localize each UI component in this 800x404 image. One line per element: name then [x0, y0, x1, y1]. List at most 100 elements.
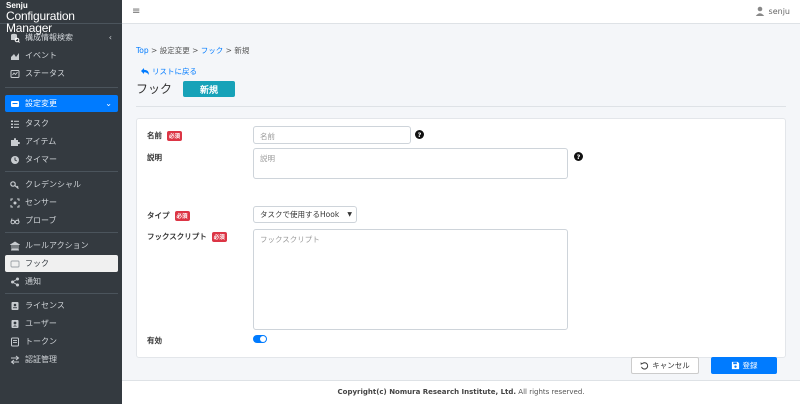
sidebar-item-label: プローブ [25, 216, 57, 225]
chevron-down-icon: ⌄ [105, 99, 112, 108]
new-badge: 新規 [183, 81, 235, 97]
key-icon [10, 180, 20, 190]
brand-logo[interactable]: Senju Configuration Manager [0, 0, 122, 34]
sidebar-item-label: アイテム [25, 137, 57, 146]
breadcrumb-separator: > [223, 46, 235, 55]
user-icon [755, 6, 764, 16]
sidebar-item-hook[interactable]: フック [5, 255, 118, 272]
breadcrumb-separator: > [189, 46, 201, 55]
sidebar: Senju Configuration Manager 構成情報検索 ‹ イベン… [0, 0, 122, 404]
register-button-label: 登録 [742, 361, 758, 370]
sidebar-item-license[interactable]: ライセンス [5, 297, 118, 314]
type-label: タイプ 必須 [147, 210, 190, 221]
hamburger-menu-icon[interactable]: ≡ [132, 6, 140, 17]
required-badge: 必須 [211, 231, 227, 242]
license-icon [10, 301, 20, 311]
clock-icon [10, 155, 20, 165]
description-help-icon[interactable]: ? [574, 152, 583, 161]
undo-icon [640, 362, 649, 370]
hook-script-label: フックスクリプト 必須 [147, 231, 227, 242]
register-button[interactable]: 登録 [711, 357, 777, 374]
type-select-value: タスクで使用するHook [260, 210, 340, 219]
hook-icon [10, 259, 20, 269]
sidebar-item-notification[interactable]: 通知 [5, 273, 118, 290]
status-icon [10, 69, 20, 79]
sidebar-item-rule-action[interactable]: ルールアクション [5, 237, 118, 254]
sidebar-item-label: タイマー [25, 155, 57, 164]
sidebar-divider [5, 232, 118, 233]
sensor-icon [10, 198, 20, 208]
save-icon [731, 361, 739, 370]
hook-script-textarea[interactable]: フックスクリプト [253, 229, 568, 330]
sidebar-item-auth-management[interactable]: 認証管理 [5, 351, 118, 368]
name-input[interactable]: 名前 [253, 126, 411, 144]
cancel-button[interactable]: キャンセル [631, 357, 699, 374]
sidebar-item-label: イベント [25, 51, 57, 60]
undo-arrow-icon [141, 68, 149, 75]
settings-change-icon [10, 99, 20, 109]
description-textarea[interactable]: 説明 [253, 148, 568, 179]
footer: Copyright(c) Nomura Research Institute, … [122, 380, 800, 404]
exchange-icon [10, 355, 20, 365]
sidebar-item-settings-change[interactable]: 設定変更 ⌄ [5, 95, 118, 112]
sidebar-item-label: ライセンス [25, 301, 65, 310]
sidebar-item-label: トークン [25, 337, 57, 346]
sidebar-item-token[interactable]: トークン [5, 333, 118, 350]
breadcrumb: Top > 設定変更 > フック > 新規 [136, 45, 249, 56]
breadcrumb-separator: > [148, 46, 160, 55]
back-to-list-link[interactable]: リストに戻る [140, 66, 197, 77]
puzzle-icon [10, 137, 20, 147]
sidebar-item-config-search[interactable]: 構成情報検索 ‹ [5, 29, 118, 46]
chart-area-icon [10, 51, 20, 61]
title-divider [136, 106, 786, 107]
enabled-label-text: 有効 [147, 336, 162, 345]
enabled-toggle[interactable] [253, 335, 267, 343]
share-icon [10, 277, 20, 287]
page-title: フック [136, 82, 173, 96]
task-list-icon [10, 119, 20, 129]
breadcrumb-settings-change: 設定変更 [159, 46, 190, 55]
sidebar-item-label: ユーザー [25, 319, 57, 328]
required-badge: 必須 [167, 130, 183, 141]
sidebar-item-label: 認証管理 [25, 355, 57, 364]
sidebar-item-label: 構成情報検索 [25, 33, 73, 42]
cancel-button-label: キャンセル [652, 361, 690, 370]
sidebar-item-label: フック [25, 259, 49, 268]
sidebar-item-label: 通知 [25, 277, 41, 286]
hook-form-card: 名前 必須 名前 ? 説明 説明 ? タイプ 必須 タスクで使用するHook ▼… [136, 118, 786, 374]
sidebar-item-probe[interactable]: プローブ [5, 212, 118, 229]
sidebar-item-label: タスク [25, 119, 49, 128]
type-select[interactable]: タスクで使用するHook ▼ [253, 206, 357, 223]
sidebar-item-status[interactable]: ステータス [5, 65, 118, 82]
chevron-down-icon: ▼ [347, 211, 352, 218]
sidebar-item-timer[interactable]: タイマー [5, 151, 118, 168]
footer-copyright: Copyright(c) Nomura Research Institute, … [337, 388, 517, 396]
sidebar-item-event[interactable]: イベント [5, 47, 118, 64]
description-label-text: 説明 [147, 153, 162, 162]
description-label: 説明 [147, 152, 162, 163]
user-menu[interactable]: senju [755, 6, 790, 16]
sidebar-item-user[interactable]: ユーザー [5, 315, 118, 332]
name-label-text: 名前 [147, 131, 162, 140]
name-label: 名前 必須 [147, 130, 183, 141]
sidebar-item-item[interactable]: アイテム [5, 133, 118, 150]
user-badge-icon [10, 319, 20, 329]
breadcrumb-hook-link[interactable]: フック [201, 46, 224, 55]
token-icon [10, 337, 20, 347]
chevron-left-icon: ‹ [108, 33, 112, 42]
hook-script-label-text: フックスクリプト [147, 232, 207, 241]
top-navbar: ≡ senju [122, 0, 800, 24]
sidebar-item-label: 設定変更 [25, 99, 57, 108]
back-link-label: リストに戻る [152, 67, 197, 76]
sidebar-item-sensor[interactable]: センサー [5, 194, 118, 211]
database-search-icon [10, 33, 20, 43]
name-help-icon[interactable]: ? [415, 130, 424, 139]
sidebar-item-credential[interactable]: クレデンシャル [5, 176, 118, 193]
glasses-icon [10, 216, 20, 226]
sidebar-item-label: ルールアクション [25, 241, 89, 250]
breadcrumb-top-link[interactable]: Top [136, 46, 149, 55]
sidebar-divider [5, 171, 118, 172]
breadcrumb-current: 新規 [234, 46, 250, 55]
sidebar-item-task[interactable]: タスク [5, 115, 118, 132]
required-badge: 必須 [174, 210, 190, 221]
